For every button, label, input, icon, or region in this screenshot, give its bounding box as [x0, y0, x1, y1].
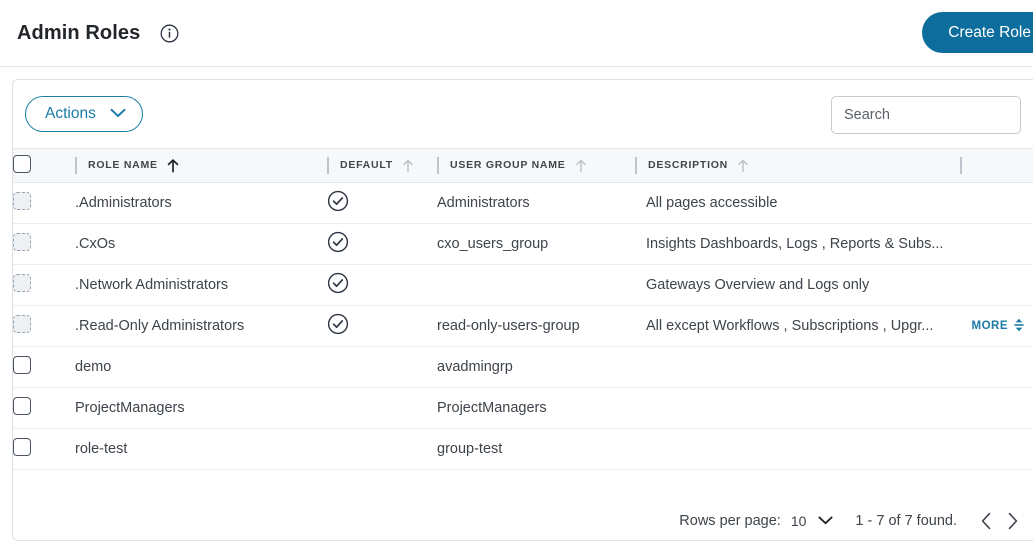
default-check-icon — [327, 231, 349, 253]
table-row[interactable]: .CxOs cxo_users_group Insights Dashboards,… — [13, 223, 1033, 265]
description-text: All pages accessible — [646, 195, 778, 211]
previous-page-button[interactable] — [973, 508, 999, 534]
page-body: Actions Search ROLE NAME DEFAULT USER GR… — [0, 67, 1033, 541]
cell-default — [327, 182, 437, 224]
cell-description — [635, 346, 1033, 388]
table-row[interactable]: ProjectManagers ProjectManagers — [13, 387, 1033, 429]
row-checkbox — [13, 274, 31, 292]
cell-description: Insights Dashboards, Logs , Reports & Su… — [635, 223, 1033, 265]
description-text: All except Workflows , Subscriptions , U… — [646, 318, 934, 334]
cell-default — [327, 264, 437, 306]
row-select-cell — [13, 264, 75, 306]
column-label-default: DEFAULT — [340, 159, 393, 171]
cell-role-name: .CxOs — [75, 223, 327, 265]
column-label-user-group-name: USER GROUP NAME — [450, 159, 566, 171]
row-checkbox — [13, 315, 31, 333]
description-text: Gateways Overview and Logs only — [646, 277, 870, 293]
cell-description — [635, 387, 1033, 429]
column-divider — [960, 157, 962, 174]
default-check-icon — [327, 272, 349, 294]
row-checkbox[interactable] — [13, 438, 31, 456]
page-header: Admin Roles Create Role — [0, 0, 1033, 67]
cell-default — [327, 346, 437, 388]
actions-label: Actions — [45, 105, 96, 122]
row-select-cell — [13, 182, 75, 224]
sort-asc-icon[interactable] — [402, 159, 414, 173]
more-label: MORE — [971, 320, 1008, 332]
table-row[interactable]: .Network Administrators Gateways Overview… — [13, 264, 1033, 306]
actions-dropdown-button[interactable]: Actions — [25, 96, 143, 132]
cell-default — [327, 305, 437, 347]
search-input[interactable] — [831, 96, 1021, 134]
cell-default — [327, 387, 437, 429]
column-header-default[interactable]: DEFAULT — [327, 148, 437, 183]
cell-user-group-name: group-test — [437, 428, 635, 470]
chevron-down-icon — [110, 105, 126, 123]
cell-role-name: .Read-Only Administrators — [75, 305, 327, 347]
row-select-cell — [13, 387, 75, 429]
row-select-cell — [13, 428, 75, 470]
column-header-role-name[interactable]: ROLE NAME — [75, 148, 327, 183]
info-circle-icon[interactable] — [160, 24, 179, 43]
next-page-button[interactable] — [999, 508, 1025, 534]
pagination: Rows per page: 10 1 - 7 of 7 found. — [679, 508, 1025, 534]
sort-asc-icon[interactable] — [737, 159, 749, 173]
select-all-checkbox[interactable] — [13, 155, 31, 173]
expand-vertical-icon — [1013, 318, 1025, 335]
sort-asc-icon[interactable] — [575, 159, 587, 173]
roles-table: ROLE NAME DEFAULT USER GROUP NAME DESCRI… — [13, 148, 1033, 470]
cell-description: Gateways Overview and Logs only — [635, 264, 1033, 306]
default-check-icon — [327, 313, 349, 335]
cell-user-group-name: Administrators — [437, 182, 635, 224]
table-toolbar: Actions — [13, 80, 1033, 148]
table-body: .Administrators Administrators All pages a… — [13, 182, 1033, 470]
sort-asc-icon[interactable] — [167, 158, 179, 173]
cell-role-name: .Network Administrators — [75, 264, 327, 306]
cell-default — [327, 428, 437, 470]
table-header-row: ROLE NAME DEFAULT USER GROUP NAME DESCRI… — [13, 148, 1033, 183]
row-checkbox[interactable] — [13, 397, 31, 415]
cell-user-group-name: avadmingrp — [437, 346, 635, 388]
row-select-cell — [13, 346, 75, 388]
cell-description — [635, 428, 1033, 470]
more-link[interactable]: MORE — [972, 318, 1026, 335]
cell-user-group-name: ProjectManagers — [437, 387, 635, 429]
column-header-user-group-name[interactable]: USER GROUP NAME — [437, 148, 635, 183]
description-text: Insights Dashboards, Logs , Reports & Su… — [646, 236, 944, 252]
cell-role-name: demo — [75, 346, 327, 388]
cell-default — [327, 223, 437, 265]
create-role-button[interactable]: Create Role — [922, 12, 1033, 53]
page-title: Admin Roles — [17, 21, 141, 44]
roles-card: Actions Search ROLE NAME DEFAULT USER GR… — [12, 79, 1033, 541]
cell-description: All except Workflows , Subscriptions , U… — [635, 305, 1033, 347]
table-row[interactable]: .Read-Only Administrators read-only-users… — [13, 305, 1033, 347]
cell-user-group-name: cxo_users_group — [437, 223, 635, 265]
default-check-icon — [327, 190, 349, 212]
cell-role-name: .Administrators — [75, 182, 327, 224]
row-checkbox[interactable] — [13, 356, 31, 374]
column-label-role-name: ROLE NAME — [88, 159, 158, 171]
select-all-header — [13, 148, 75, 183]
results-count: 1 - 7 of 7 found. — [855, 513, 957, 529]
cell-description: All pages accessible — [635, 182, 1033, 224]
row-select-cell — [13, 223, 75, 265]
column-label-description: DESCRIPTION — [648, 159, 729, 171]
row-select-cell — [13, 305, 75, 347]
table-row[interactable]: .Administrators Administrators All pages a… — [13, 182, 1033, 224]
rows-per-page-select[interactable]: 10 — [791, 513, 834, 529]
cell-role-name: ProjectManagers — [75, 387, 327, 429]
row-checkbox — [13, 233, 31, 251]
cell-role-name: role-test — [75, 428, 327, 470]
table-header: ROLE NAME DEFAULT USER GROUP NAME DESCRI… — [13, 148, 1033, 183]
rows-per-page-value: 10 — [790, 513, 807, 529]
cell-user-group-name: read-only-users-group — [437, 305, 635, 347]
chevron-down-icon — [818, 513, 833, 529]
row-checkbox — [13, 192, 31, 210]
table-row[interactable]: role-test group-test — [13, 428, 1033, 470]
rows-per-page-label: Rows per page: — [679, 513, 781, 529]
column-header-description[interactable]: DESCRIPTION — [635, 148, 1033, 183]
cell-user-group-name — [437, 264, 635, 306]
table-row[interactable]: demo avadmingrp — [13, 346, 1033, 388]
